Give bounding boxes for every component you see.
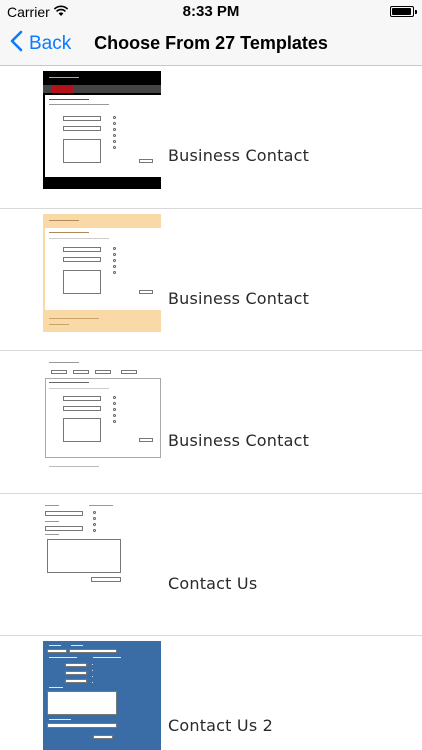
battery-fill bbox=[392, 8, 411, 15]
template-row[interactable]: Business Contact bbox=[0, 66, 422, 209]
navigation-bar: Back Choose From 27 Templates bbox=[0, 22, 422, 66]
template-name: Business Contact bbox=[168, 146, 310, 165]
template-row[interactable]: Business Contact bbox=[0, 209, 422, 351]
page-title: Choose From 27 Templates bbox=[94, 33, 328, 53]
template-name: Business Contact bbox=[168, 288, 310, 308]
template-row[interactable]: Contact Us 2 bbox=[0, 636, 422, 750]
template-thumbnail bbox=[43, 71, 161, 189]
status-bar: Carrier 8:33 PM bbox=[0, 0, 422, 22]
template-thumbnail bbox=[43, 356, 161, 474]
template-row[interactable]: Contact Us bbox=[0, 494, 422, 636]
template-thumbnail bbox=[43, 498, 161, 617]
template-list[interactable]: Business Contact Business Contact Busine… bbox=[0, 66, 422, 750]
template-thumbnail bbox=[43, 213, 161, 332]
template-name: Business Contact bbox=[168, 431, 310, 450]
template-name: Contact Us bbox=[168, 573, 258, 593]
clock: 8:33 PM bbox=[182, 3, 240, 20]
battery-icon bbox=[390, 6, 417, 17]
template-row[interactable]: Business Contact bbox=[0, 351, 422, 494]
template-name: Contact Us 2 bbox=[168, 716, 274, 735]
template-thumbnail bbox=[43, 641, 161, 750]
